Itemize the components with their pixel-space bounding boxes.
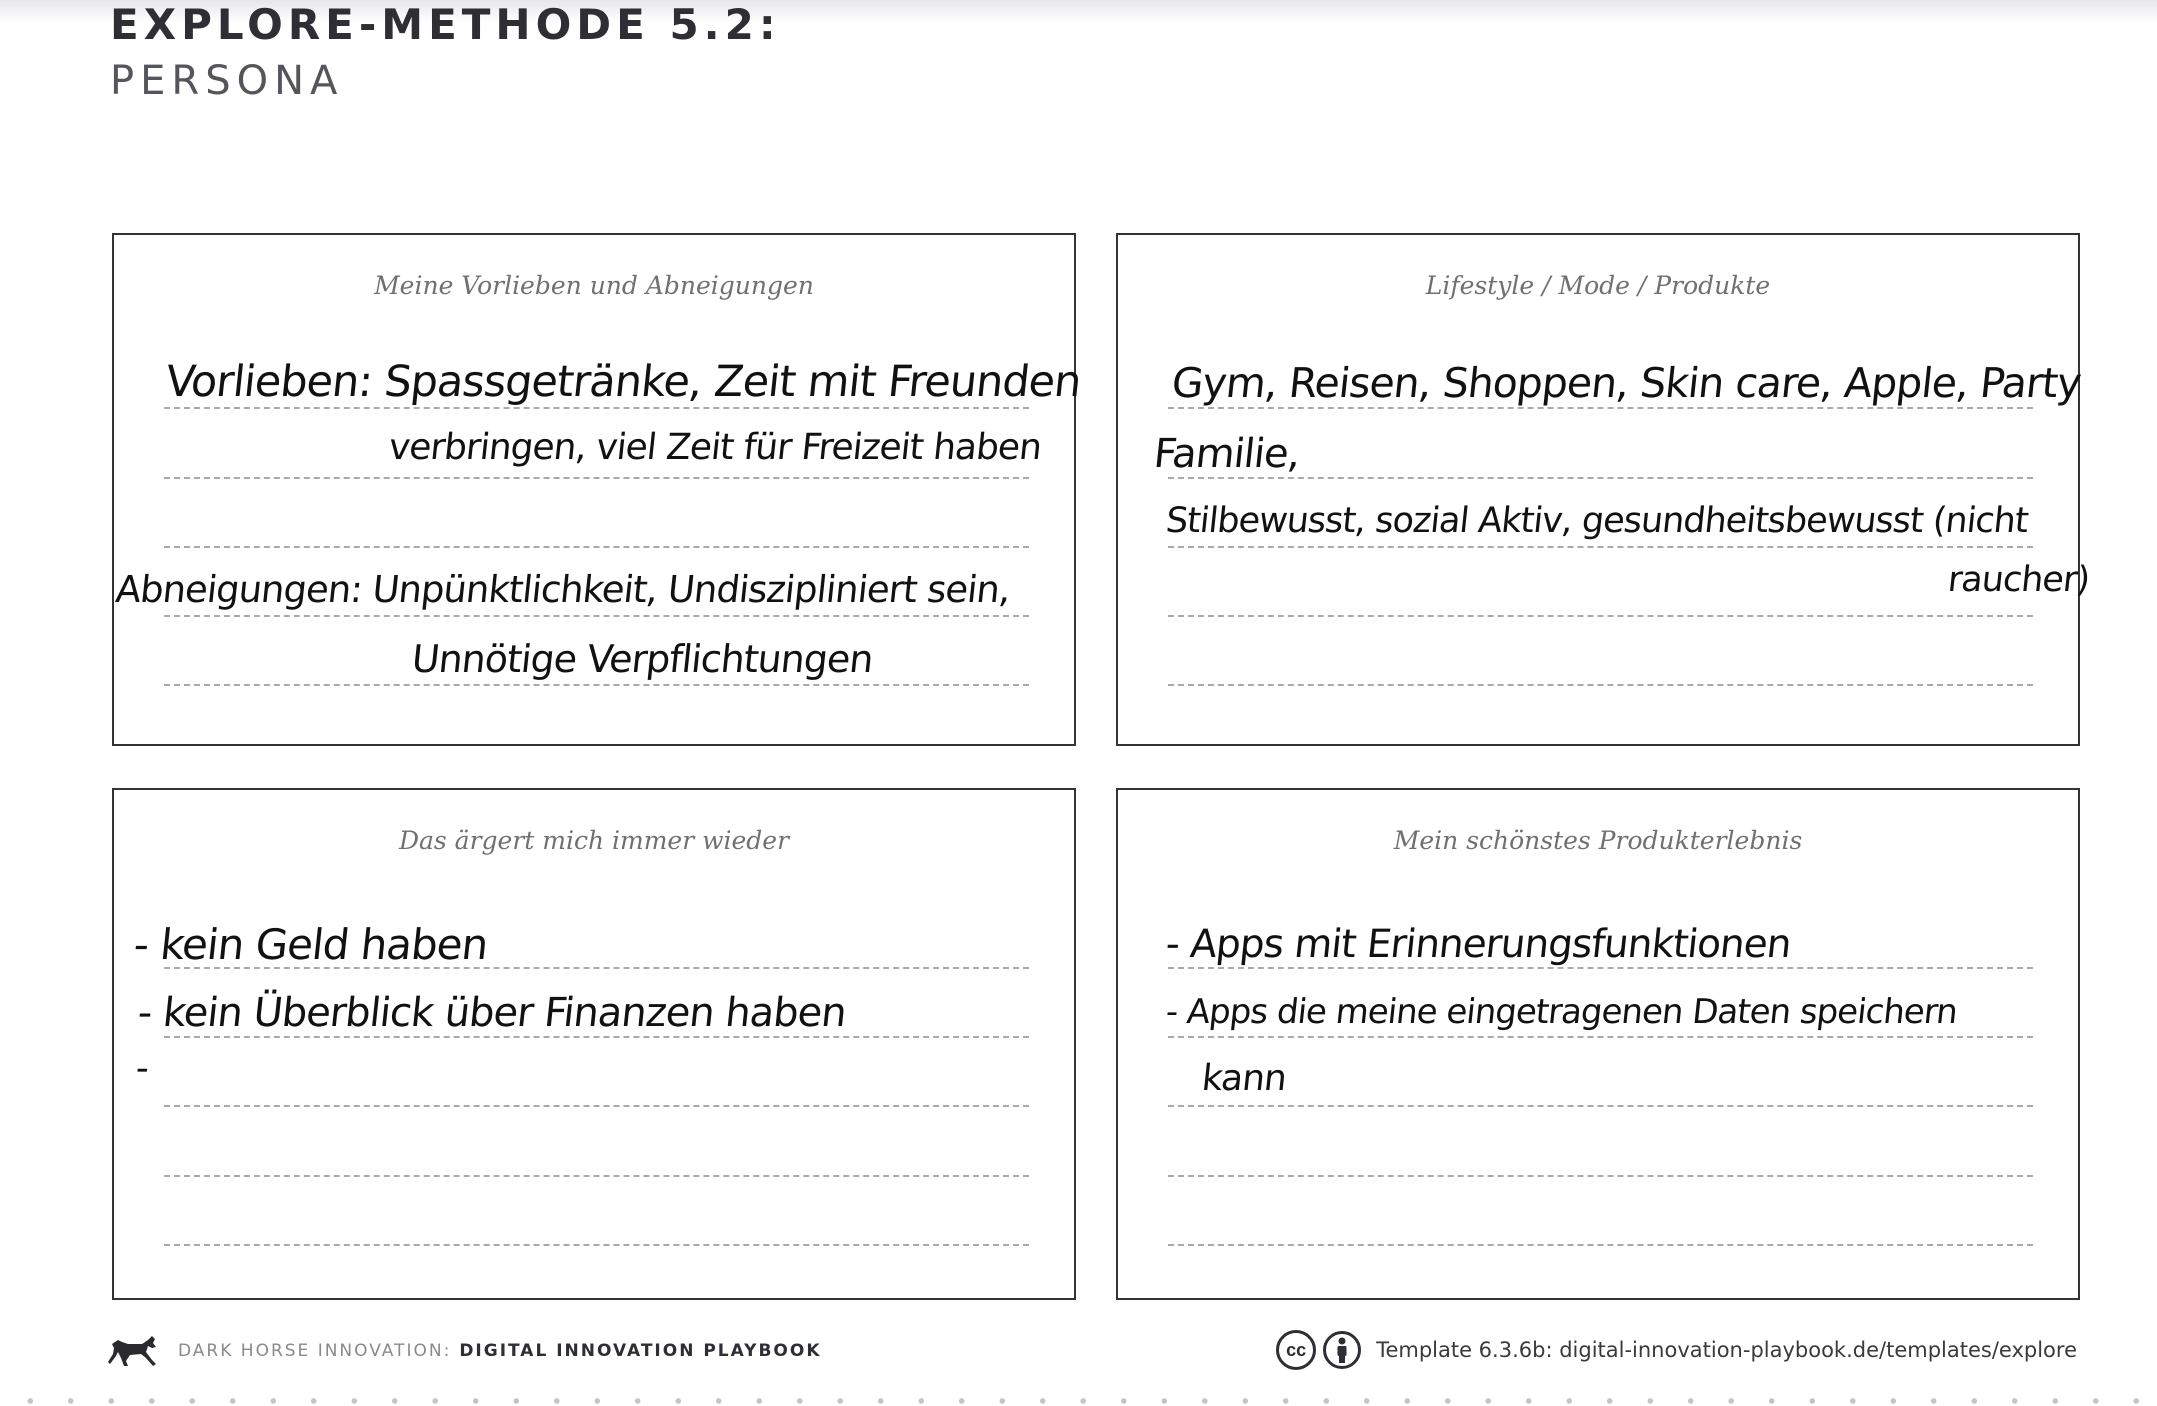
handwritten-line: verbringen, viel Zeit für Freizeit haben — [386, 427, 1044, 468]
dashed-line — [1168, 546, 2033, 548]
card-heading: Mein schönstes Produkterlebnis — [1393, 826, 1803, 855]
card-heading: Lifestyle / Mode / Produkte — [1425, 271, 1771, 300]
footer-brand: DARK HORSE INNOVATION: DIGITAL INNOVATIO… — [108, 1334, 822, 1368]
card-annoyances: Das ärgert mich immer wieder - kein Geld… — [112, 788, 1076, 1300]
handwritten-line: - — [133, 1048, 151, 1089]
dashed-line — [164, 1244, 1029, 1246]
dashed-line — [1168, 967, 2033, 969]
dashed-line — [1168, 1244, 2033, 1246]
handwritten-line: Unnötige Verpflichtungen — [409, 637, 875, 681]
handwritten-line: - Apps die meine eingetragenen Daten spe… — [1163, 992, 1959, 1032]
brand-name: DARK HORSE INNOVATION: — [178, 1341, 452, 1361]
cc-icon: cc — [1276, 1330, 1317, 1370]
handwritten-line: kann — [1199, 1058, 1289, 1099]
product-name: DIGITAL INNOVATION PLAYBOOK — [459, 1341, 822, 1361]
dashed-line — [1168, 1036, 2033, 1038]
card-heading: Meine Vorlieben und Abneigungen — [374, 271, 814, 300]
dashed-line — [164, 615, 1029, 617]
bottom-dotted-border — [0, 1397, 2157, 1405]
dashed-line — [1168, 1175, 2033, 1177]
card-lifestyle: Lifestyle / Mode / Produkte Gym, Reisen,… — [1116, 233, 2091, 746]
dashed-line — [1168, 1105, 2033, 1107]
dashed-line — [164, 1175, 1029, 1177]
handwritten-line: raucher) — [1945, 560, 2092, 600]
dashed-line — [164, 1036, 1029, 1038]
dashed-line — [164, 477, 1029, 479]
dashed-line — [164, 684, 1029, 686]
dark-horse-logo-icon — [108, 1336, 156, 1366]
dashed-line — [164, 546, 1029, 548]
template-reference: Template 6.3.6b: digital-innovation-play… — [1376, 1338, 2077, 1362]
handwritten-line: - kein Überblick über Finanzen haben — [135, 990, 849, 1036]
dashed-line — [1168, 684, 2033, 686]
page-title: EXPLORE-METHODE 5.2: — [110, 0, 781, 49]
page-subtitle: PERSONA — [110, 58, 344, 104]
cc-by-icon — [1323, 1331, 1362, 1369]
handwritten-line: Vorlieben: Spassgetränke, Zeit mit Freun… — [163, 357, 1084, 407]
dashed-line — [1168, 615, 2033, 617]
dashed-line — [1168, 477, 2033, 479]
dashed-line — [164, 407, 1029, 409]
card-heading: Das ärgert mich immer wieder — [398, 826, 790, 855]
handwritten-line: - kein Geld haben — [131, 920, 490, 969]
card-preferences: Meine Vorlieben und Abneigungen Vorliebe… — [112, 233, 1083, 746]
dashed-line — [164, 1105, 1029, 1107]
handwritten-line: Stilbewusst, sozial Aktiv, gesundheitsbe… — [1163, 501, 2030, 541]
handwritten-line: Gym, Reisen, Shoppen, Skin care, Apple, … — [1169, 359, 2083, 407]
handwritten-line: - Apps mit Erinnerungsfunktionen — [1163, 922, 1793, 967]
dashed-line — [1168, 407, 2033, 409]
handwritten-line: Abneigungen: Unpünktlichkeit, Undiszipli… — [113, 568, 1013, 611]
footer-license: cc Template 6.3.6b: digital-innovation-p… — [1276, 1330, 2077, 1370]
handwritten-line: Familie, — [1151, 431, 1302, 477]
card-best-experience: Mein schönstes Produkterlebnis - Apps mi… — [1116, 788, 2080, 1300]
